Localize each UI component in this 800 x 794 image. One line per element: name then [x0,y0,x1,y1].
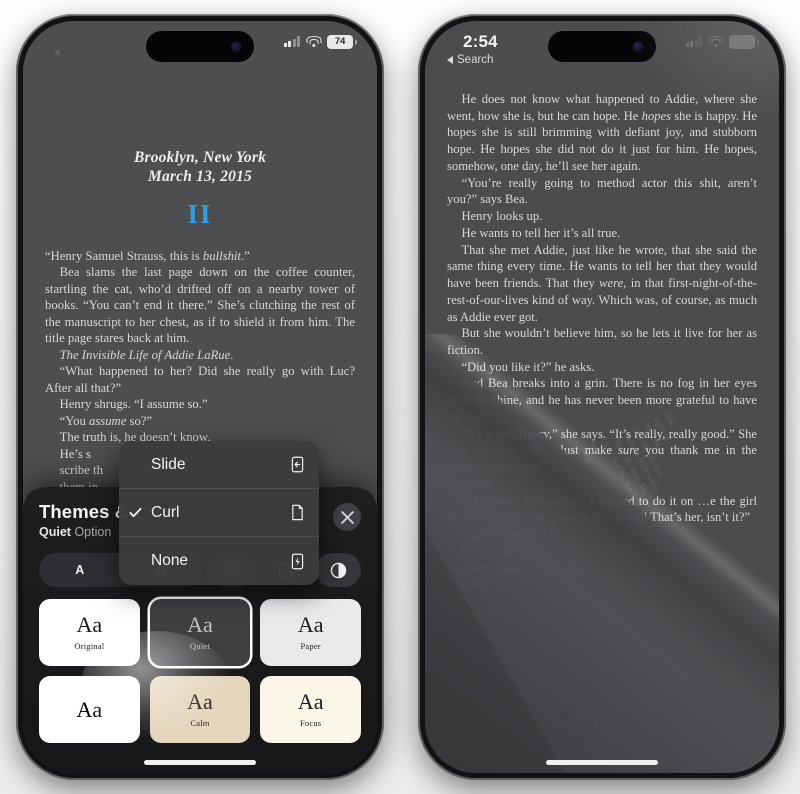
appearance-toggle-button[interactable] [315,553,361,587]
paragraph: That she met Addie, just like he wrote, … [447,242,757,324]
paragraph: He wants to tell her it’s all true. [461,225,621,240]
menu-item-none[interactable]: None [119,537,319,585]
battery-icon [729,35,755,49]
chapter-numeral: II [187,198,213,229]
theme-preview-glyph: Aa [187,612,213,637]
menu-item-curl[interactable]: Curl [119,489,319,537]
theme-card-original[interactable]: Aa Original [39,599,140,666]
theme-preview-glyph: Aa [297,689,324,714]
page-transition-menu[interactable]: Slide Curl None [119,441,319,585]
panel-subtitle-theme: Quiet [39,525,71,539]
paragraph: Henry runs his h… [461,543,558,558]
status-indicators [685,35,755,49]
theme-grid: Aa Original Aa Quiet Aa Paper Aa Aa Calm Aa Focus [39,599,361,743]
home-indicator[interactable] [546,760,658,765]
wifi-icon [306,36,321,48]
paragraph: relieved and … lips, from [461,560,592,575]
theme-preview-glyph: Aa [187,689,213,714]
theme-card-quiet[interactable]: Aa Quiet [149,599,251,666]
status-indicators: 74 [283,35,353,49]
theme-card-calm[interactable]: Aa Calm [149,676,251,743]
no-transition-icon [289,552,306,571]
page-curl-icon [289,503,306,522]
theme-name-label: Focus [300,718,322,728]
menu-item-label: Curl [151,503,180,521]
theme-name-label: Quiet [190,641,210,651]
front-camera-icon [231,41,242,52]
close-button[interactable] [333,503,361,531]
slide-transition-icon [289,455,306,474]
battery-percent: 74 [334,36,346,48]
theme-name-label: Paper [300,641,321,651]
paragraph: Henry looks up. [461,209,543,224]
paragraph: “What happened to her? Did she really go… [45,364,355,395]
screenshot-stage: a 74 Brooklyn, New York March 13, 2015 I… [0,0,800,794]
panel-subtitle-rest: Option [74,525,112,539]
theme-name-label: Calm [190,718,210,728]
paragraph: He does not know what happened to Addie,… [447,92,757,173]
back-chevron-icon [447,56,453,64]
decrease-font-size-button[interactable]: A [39,563,121,577]
battery-icon: 74 [327,35,353,49]
status-time: 2:54 [463,32,498,51]
paragraph: “My thesis. Remember? I wanted to do it … [447,493,757,525]
menu-item-label: Slide [151,455,186,473]
paragraph: “Henry Samuel Strauss, this is bullshit.… [45,248,250,263]
wifi-icon [708,36,723,48]
paragraph: “You’re really going to method actor thi… [447,175,757,207]
chapter-date: March 13, 2015 [148,167,252,185]
front-camera-icon [633,41,644,52]
paragraph: But she wouldn’t believe him, so he lets… [447,326,757,358]
signal-bars-icon [283,36,300,48]
paragraph: could h [461,577,499,592]
back-to-search-button[interactable]: Search [447,54,493,66]
right-book-page[interactable]: He does not know what happened to Addie,… [425,21,779,773]
theme-preview-glyph: Aa [297,612,324,637]
menu-item-label: None [151,552,189,569]
contrast-icon [330,562,346,578]
chapter-heading: Brooklyn, New York March 13, 2015 II [45,149,355,230]
theme-name-label: Original [74,641,105,651]
checkmark-icon [129,506,151,519]
left-phone-device: a 74 Brooklyn, New York March 13, 2015 I… [16,14,384,780]
paragraph: Henry shrugs. “I assume so.” [59,397,208,412]
paragraph: And of course, it is. [461,527,561,542]
paragraph: “What?” [461,476,506,491]
paragraph: The Invisible Life of Addie LaRue. [59,347,234,362]
menu-item-slide[interactable]: Slide [119,441,319,489]
paragraph: “You assume so?” [59,413,153,428]
right-body-text: He does not know what happened to Addie,… [447,21,757,593]
paragraph: “Did you like it?” he asks. [461,359,595,374]
home-indicator[interactable] [144,760,256,765]
signal-bars-icon [685,36,702,48]
page-number: 524 [593,720,611,734]
theme-preview-glyph: Aa [76,696,103,722]
back-label: Search [457,54,494,66]
paragraph: And Bea breaks into a grin. There is no … [447,376,757,424]
right-phone-device: 2:54 Search He does not know what happen… [418,14,786,780]
dynamic-island [146,31,254,62]
chapter-location: Brooklyn, New York [133,149,267,166]
paragraph: Bea slams the last page down on the coff… [45,265,355,346]
left-phone-screen: a 74 Brooklyn, New York March 13, 2015 I… [23,21,377,773]
theme-card-bold[interactable]: Aa [39,676,140,743]
close-icon [340,510,354,524]
theme-preview-glyph: Aa [76,612,103,637]
dynamic-island [548,31,656,62]
right-phone-screen: 2:54 Search He does not know what happen… [425,21,779,773]
theme-card-paper[interactable]: Aa Paper [260,599,361,666]
theme-card-focus[interactable]: Aa Focus [260,676,361,743]
paragraph: “It’s good, Henry,” she says. “It’s real… [447,426,757,475]
status-faint-text: a [55,47,61,57]
